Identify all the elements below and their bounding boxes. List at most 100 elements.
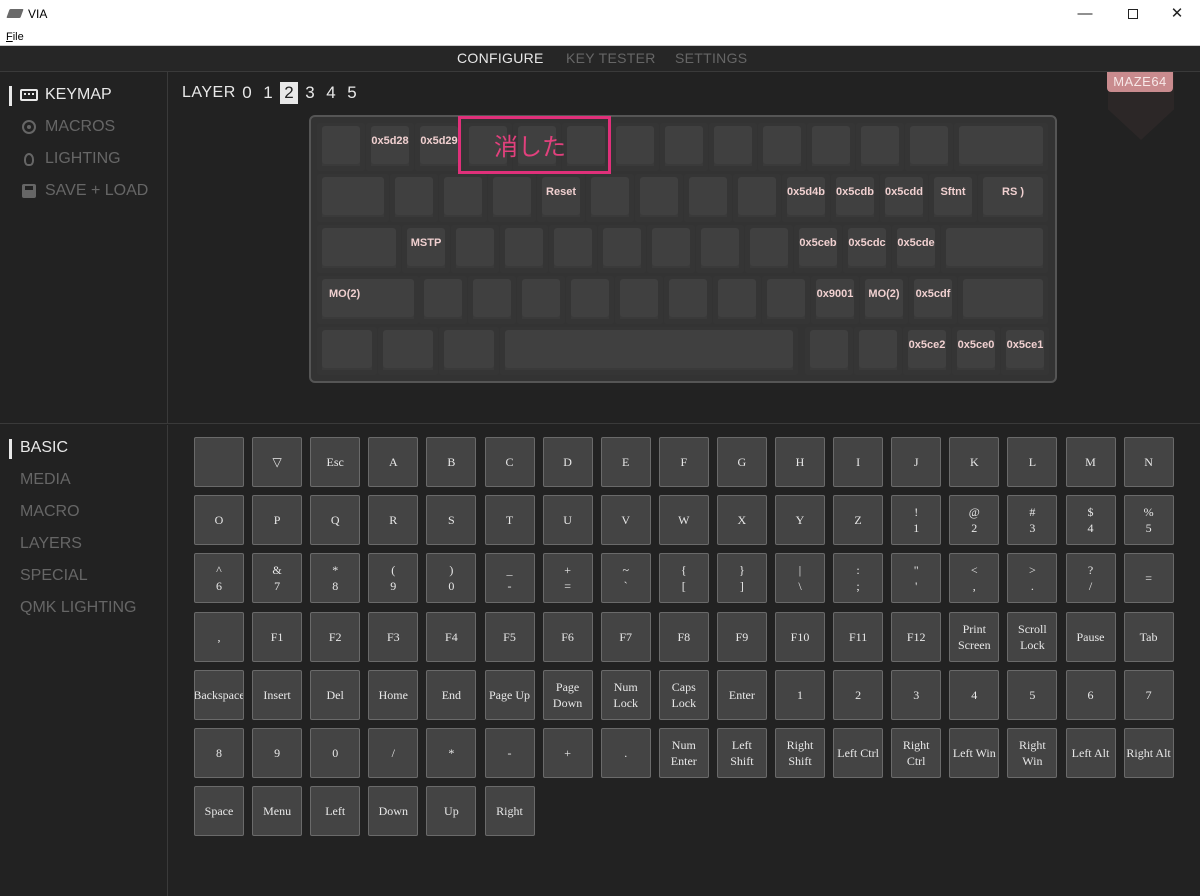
- palette-key[interactable]: S: [426, 495, 477, 546]
- keyboard-key[interactable]: Reset: [537, 174, 585, 222]
- palette-key[interactable]: End: [426, 669, 477, 720]
- palette-key[interactable]: Left Ctrl: [833, 728, 884, 778]
- keyboard-key[interactable]: [419, 276, 467, 324]
- palette-key[interactable]: {[: [658, 553, 709, 604]
- keyboard-key[interactable]: [598, 225, 646, 273]
- palette-key[interactable]: D: [542, 437, 593, 487]
- palette-key[interactable]: C: [484, 437, 535, 487]
- keyboard-key[interactable]: [854, 327, 902, 375]
- palette-key[interactable]: 6: [1065, 669, 1116, 720]
- palette-key[interactable]: F8: [658, 611, 709, 662]
- palette-key[interactable]: F12: [891, 611, 942, 662]
- keyboard-key[interactable]: 0x5cdf: [909, 276, 957, 324]
- palette-key[interactable]: F3: [368, 611, 419, 662]
- palette-key[interactable]: J: [891, 437, 942, 487]
- menu-file[interactable]: File: [6, 31, 24, 43]
- palette-key[interactable]: Left Shift: [716, 728, 767, 778]
- layer-5-button[interactable]: 5: [343, 82, 361, 104]
- palette-key[interactable]: ~ `: [600, 553, 651, 604]
- palette-key[interactable]: Space: [194, 786, 244, 837]
- keyboard-key[interactable]: 0x5d4b: [782, 174, 830, 222]
- keyboard-key[interactable]: [684, 174, 732, 222]
- palette-key[interactable]: (9: [368, 553, 419, 604]
- keyboard-key[interactable]: [856, 123, 904, 171]
- keyboard-key[interactable]: [500, 225, 548, 273]
- keyboard-key[interactable]: 0x5ce0: [952, 327, 1000, 375]
- keyboard-key[interactable]: 0x5ceb: [794, 225, 842, 273]
- palette-key[interactable]: Right Ctrl: [891, 728, 942, 778]
- palette-key[interactable]: ^ 6: [194, 553, 244, 604]
- keyboard-key[interactable]: [317, 327, 377, 375]
- layer-2-button[interactable]: 2: [280, 82, 298, 104]
- palette-key[interactable]: F11: [833, 611, 884, 662]
- keyboard-key[interactable]: [647, 225, 695, 273]
- palette-key[interactable]: K: [949, 437, 1000, 487]
- palette-key[interactable]: Num Enter: [658, 728, 709, 778]
- keyboard-key[interactable]: [378, 327, 438, 375]
- palette-key[interactable]: <,: [949, 553, 1000, 604]
- palette-key[interactable]: :;: [833, 553, 884, 604]
- palette-key[interactable]: V: [600, 495, 651, 546]
- tab-settings[interactable]: SETTINGS: [675, 50, 747, 66]
- keyboard-key[interactable]: [696, 225, 744, 273]
- palette-key[interactable]: }]: [716, 553, 767, 604]
- keyboard-key[interactable]: [317, 123, 365, 171]
- keyboard-key[interactable]: [958, 276, 1048, 324]
- palette-key[interactable]: Esc: [310, 437, 361, 487]
- palette-key[interactable]: Enter: [716, 669, 767, 720]
- maximize-button[interactable]: [1110, 0, 1156, 30]
- sidebar-item-lighting[interactable]: LIGHTING: [20, 148, 121, 170]
- keyboard-key[interactable]: [317, 225, 401, 273]
- palette-key[interactable]: /: [368, 728, 419, 778]
- palette-key[interactable]: Right Shift: [775, 728, 825, 778]
- palette-key[interactable]: -: [484, 728, 535, 778]
- palette-key[interactable]: " ': [891, 553, 942, 604]
- palette-key[interactable]: 1: [775, 669, 825, 720]
- palette-key[interactable]: Down: [368, 786, 419, 837]
- palette-key[interactable]: Insert: [252, 669, 303, 720]
- palette-key[interactable]: F10: [775, 611, 825, 662]
- palette-key[interactable]: _ -: [484, 553, 535, 604]
- keyboard-key[interactable]: [807, 123, 855, 171]
- keyboard-key[interactable]: [317, 174, 389, 222]
- layer-0-button[interactable]: 0: [238, 82, 256, 104]
- palette-key[interactable]: ) 0: [426, 553, 477, 604]
- keyboard-key[interactable]: [500, 327, 798, 375]
- palette-key[interactable]: *: [426, 728, 477, 778]
- keyboard-key[interactable]: 0x5cde: [892, 225, 940, 273]
- keyboard-key[interactable]: [745, 225, 793, 273]
- palette-key[interactable]: Y: [775, 495, 825, 546]
- palette-key[interactable]: [194, 437, 244, 487]
- keyboard-key[interactable]: MSTP: [402, 225, 450, 273]
- palette-key[interactable]: ? /: [1065, 553, 1116, 604]
- palette-key[interactable]: Q: [310, 495, 361, 546]
- palette-key[interactable]: X: [716, 495, 767, 546]
- palette-key[interactable]: ! 1: [891, 495, 942, 546]
- category-special[interactable]: SPECIAL: [20, 567, 88, 585]
- keyboard-key[interactable]: [713, 276, 761, 324]
- keyboard-key[interactable]: MO(2): [317, 276, 419, 324]
- category-macro[interactable]: MACRO: [20, 503, 80, 521]
- palette-key[interactable]: B: [426, 437, 477, 487]
- keyboard-key[interactable]: 0x5d29: [415, 123, 463, 171]
- palette-key[interactable]: 0: [310, 728, 361, 778]
- sidebar-item-save-load[interactable]: SAVE + LOAD: [20, 180, 148, 202]
- palette-key[interactable]: +: [542, 728, 593, 778]
- palette-key[interactable]: Pause: [1065, 611, 1116, 662]
- keyboard-key[interactable]: [762, 276, 810, 324]
- keyboard-key[interactable]: [635, 174, 683, 222]
- palette-key[interactable]: F7: [600, 611, 651, 662]
- palette-key[interactable]: Menu: [252, 786, 303, 837]
- sidebar-item-keymap[interactable]: KEYMAP: [20, 84, 112, 106]
- palette-key[interactable]: Right: [484, 786, 535, 837]
- palette-key[interactable]: * 8: [310, 553, 361, 604]
- palette-key[interactable]: T: [484, 495, 535, 546]
- palette-key[interactable]: R: [368, 495, 419, 546]
- keyboard-key[interactable]: 0x5cdc: [843, 225, 891, 273]
- keyboard-key[interactable]: [468, 276, 516, 324]
- close-button[interactable]: ✕: [1154, 0, 1200, 30]
- keyboard-key[interactable]: RS ): [978, 174, 1048, 222]
- palette-key[interactable]: F5: [484, 611, 535, 662]
- palette-key[interactable]: #3: [1007, 495, 1058, 546]
- palette-key[interactable]: Page Up: [484, 669, 535, 720]
